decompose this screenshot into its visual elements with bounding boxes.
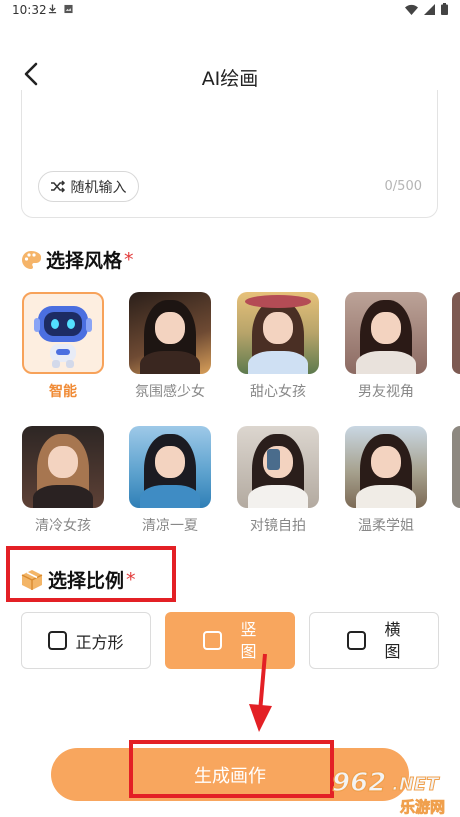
style-tile-cool-summer[interactable]: 清凉一夏 — [129, 426, 215, 535]
style-tile-smart[interactable]: 智能 — [22, 292, 108, 401]
download-icon — [48, 4, 57, 14]
square-shape-icon — [203, 631, 223, 650]
signal-icon — [424, 3, 435, 15]
ratio-landscape-label-2: 图 — [384, 641, 401, 661]
style-label: 温柔学姐 — [358, 518, 414, 534]
style-tile-gentle-senior[interactable]: 温柔学姐 — [345, 426, 431, 535]
style-thumbnail — [129, 292, 211, 374]
box-icon — [21, 569, 43, 590]
style-tile-boyfriend-view[interactable]: 男友视角 — [345, 292, 431, 401]
shuffle-icon — [50, 180, 65, 193]
style-thumbnail — [129, 426, 211, 508]
status-icons — [405, 3, 448, 15]
style-label: 甜心女孩 — [250, 384, 306, 400]
style-section-title: 选择风格 * — [21, 246, 134, 273]
annotation-arrow-icon — [249, 653, 272, 732]
style-thumbnail — [345, 292, 427, 374]
portrait-image — [345, 426, 427, 508]
page-title: AI绘画 — [201, 68, 259, 90]
ratio-section-title: 选择比例 * — [21, 566, 136, 593]
ratio-square-label: 正方形 — [75, 632, 124, 652]
square-shape-icon — [48, 631, 68, 650]
random-input-button[interactable]: 随机输入 — [38, 171, 139, 202]
style-label: 清冷女孩 — [35, 518, 91, 534]
style-tile-cool-girl[interactable]: 清冷女孩 — [22, 426, 108, 535]
style-tile-partial[interactable] — [452, 292, 460, 374]
style-label: 对镜自拍 — [250, 518, 306, 534]
required-mark: * — [126, 568, 136, 591]
style-tile-atmosphere-girl[interactable]: 氛围感少女 — [129, 292, 215, 401]
portrait-image — [345, 292, 427, 374]
style-thumbnail — [345, 426, 427, 508]
portrait-image — [129, 292, 211, 374]
style-label: 智能 — [49, 384, 77, 400]
watermark-site: 乐游网 — [400, 798, 446, 817]
portrait-image — [237, 426, 319, 508]
palette-icon — [22, 250, 41, 269]
style-tile-sweet-girl[interactable]: 甜心女孩 — [237, 292, 323, 401]
style-thumbnail — [22, 426, 104, 508]
style-thumbnail — [237, 426, 319, 508]
style-tile-partial[interactable] — [452, 426, 460, 508]
style-title-text: 选择风格 — [46, 250, 123, 272]
ratio-portrait-label-1: 竖 — [240, 619, 257, 639]
robot-icon — [34, 306, 92, 368]
style-thumbnail — [22, 292, 104, 374]
generate-highlight — [129, 740, 334, 798]
square-shape-icon — [347, 631, 367, 650]
wifi-icon — [405, 4, 418, 15]
required-mark: * — [124, 248, 134, 271]
battery-icon — [441, 3, 448, 15]
style-thumbnail — [237, 292, 319, 374]
style-label: 清凉一夏 — [142, 518, 198, 534]
status-time: 10:32 — [12, 3, 47, 17]
ratio-landscape-button[interactable]: 横 图 — [309, 612, 439, 669]
portrait-image — [237, 292, 319, 374]
ratio-landscape-label: 横 图 — [384, 619, 400, 663]
status-bar: 10:32 — [0, 0, 460, 22]
style-label: 氛围感少女 — [135, 384, 205, 400]
portrait-image — [129, 426, 211, 508]
watermark-number: 962 — [331, 767, 387, 798]
watermark-logo: 962 .NET 乐游网 — [328, 767, 452, 817]
portrait-image — [22, 426, 104, 508]
style-tile-mirror-selfie[interactable]: 对镜自拍 — [237, 426, 323, 535]
style-label: 男友视角 — [358, 384, 414, 400]
ratio-landscape-label-1: 横 — [384, 619, 401, 639]
random-input-label: 随机输入 — [70, 179, 127, 196]
watermark-domain: .NET — [391, 774, 439, 796]
char-counter: 0/500 — [384, 179, 422, 194]
ratio-title-text: 选择比例 — [48, 570, 125, 592]
ratio-square-button[interactable]: 正方形 — [21, 612, 151, 669]
image-icon — [64, 4, 73, 14]
